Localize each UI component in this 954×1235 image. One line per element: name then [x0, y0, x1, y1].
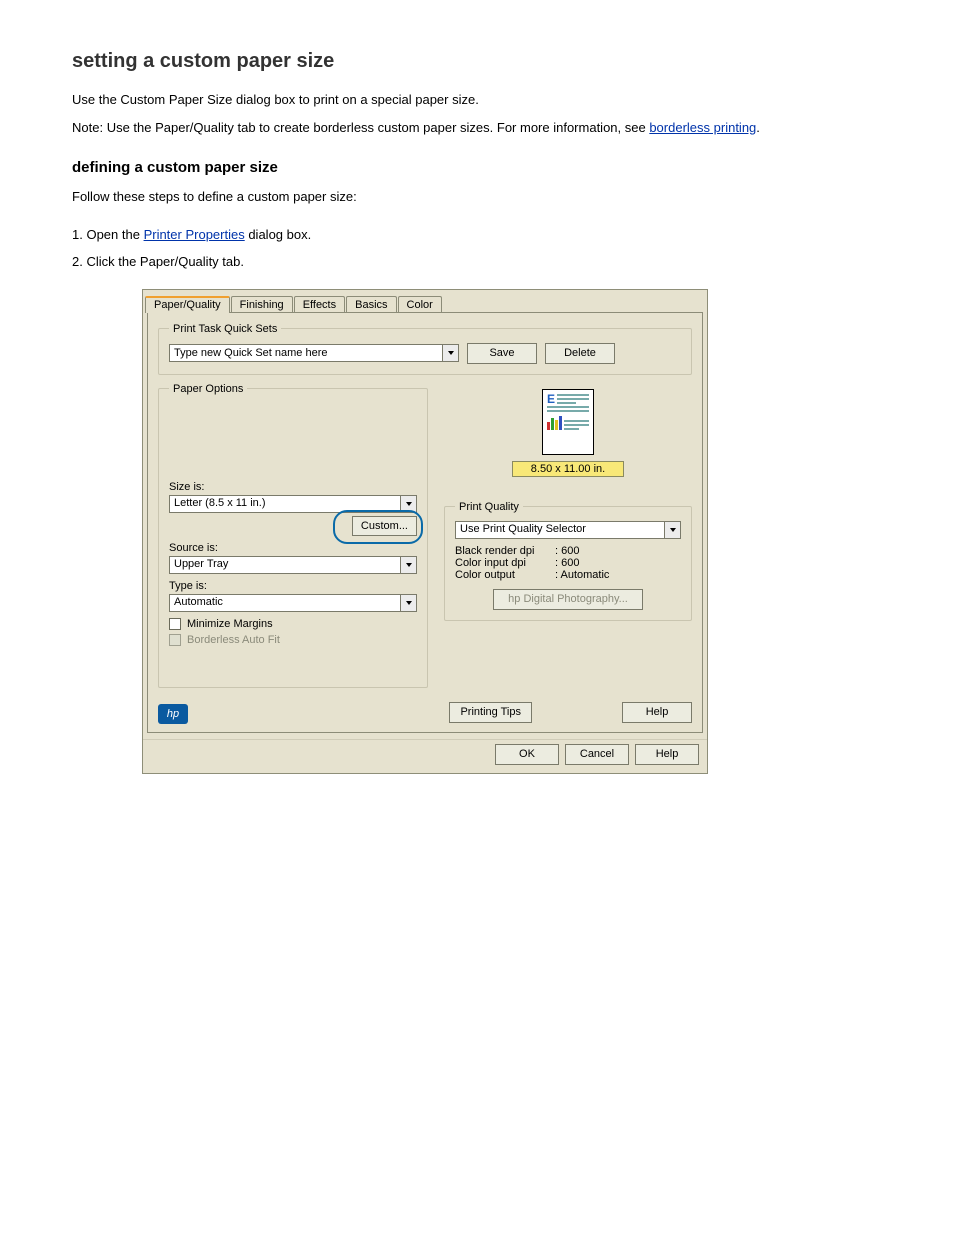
type-dropdown-icon[interactable]	[401, 594, 417, 612]
print-quality-group: Print Quality Use Print Quality Selector…	[444, 501, 692, 621]
source-value: Upper Tray	[169, 556, 401, 574]
digital-photography-button: hp Digital Photography...	[493, 589, 643, 610]
note-after: .	[756, 120, 760, 135]
step1-suffix: dialog box.	[245, 227, 312, 242]
printing-tips-button[interactable]: Printing Tips	[449, 702, 532, 723]
quality-value: Use Print Quality Selector	[455, 521, 665, 539]
size-label: Size is:	[169, 481, 417, 493]
tab-finishing[interactable]: Finishing	[231, 296, 293, 313]
link-printer-properties[interactable]: Printer Properties	[144, 227, 245, 242]
color-input-dpi-value: : 600	[555, 557, 579, 569]
save-button[interactable]: Save	[467, 343, 537, 364]
size-value: Letter (8.5 x 11 in.)	[169, 495, 401, 513]
print-quality-legend: Print Quality	[455, 501, 523, 513]
size-dropdown-icon[interactable]	[401, 495, 417, 513]
tabstrip: Paper/Quality Finishing Effects Basics C…	[143, 292, 707, 312]
dialog-button-row: OK Cancel Help	[143, 739, 707, 773]
ok-button[interactable]: OK	[495, 744, 559, 765]
tab-color[interactable]: Color	[398, 296, 442, 313]
quickset-combo[interactable]	[169, 344, 459, 362]
note-label: Note:	[72, 120, 103, 135]
quickset-input[interactable]	[169, 344, 443, 362]
doc-note: Note: Use the Paper/Quality tab to creat…	[72, 119, 882, 137]
source-combo[interactable]: Upper Tray	[169, 556, 417, 574]
borderless-checkbox	[169, 634, 181, 646]
type-value: Automatic	[169, 594, 401, 612]
color-input-dpi-label: Color input dpi	[455, 557, 555, 569]
black-dpi-value: : 600	[555, 545, 579, 557]
doc-intro: Use the Custom Paper Size dialog box to …	[72, 91, 882, 109]
link-borderless-printing[interactable]: borderless printing	[649, 120, 756, 135]
quality-combo[interactable]: Use Print Quality Selector	[455, 521, 681, 539]
panel-help-button[interactable]: Help	[622, 702, 692, 723]
hp-logo-icon: hp	[158, 704, 188, 724]
source-label: Source is:	[169, 542, 417, 554]
color-output-label: Color output	[455, 569, 555, 581]
preview-size-badge: 8.50 x 11.00 in.	[512, 461, 624, 477]
tab-basics[interactable]: Basics	[346, 296, 396, 313]
color-output-value: : Automatic	[555, 569, 609, 581]
tab-paper-quality[interactable]: Paper/Quality	[145, 296, 230, 313]
type-combo[interactable]: Automatic	[169, 594, 417, 612]
note-text: Use the Paper/Quality tab to create bord…	[103, 120, 649, 135]
tab-panel: Print Task Quick Sets Save Delete	[147, 312, 703, 733]
quickset-group: Print Task Quick Sets Save Delete	[158, 323, 692, 375]
tab-effects[interactable]: Effects	[294, 296, 345, 313]
printer-properties-dialog: Paper/Quality Finishing Effects Basics C…	[142, 289, 708, 774]
dialog-help-button[interactable]: Help	[635, 744, 699, 765]
step-1: 1. Open the Printer Properties dialog bo…	[72, 226, 882, 244]
paper-options-group: Paper Options Size is: Letter (8.5 x 11 …	[158, 383, 428, 688]
source-dropdown-icon[interactable]	[401, 556, 417, 574]
size-combo[interactable]: Letter (8.5 x 11 in.)	[169, 495, 417, 513]
delete-button[interactable]: Delete	[545, 343, 615, 364]
minimize-margins-checkbox[interactable]	[169, 618, 181, 630]
cancel-button[interactable]: Cancel	[565, 744, 629, 765]
steps-intro: Follow these steps to define a custom pa…	[72, 188, 882, 206]
quality-dropdown-icon[interactable]	[665, 521, 681, 539]
black-dpi-label: Black render dpi	[455, 545, 555, 557]
doc-heading2: defining a custom paper size	[72, 158, 882, 178]
step-2: 2. Click the Paper/Quality tab.	[72, 253, 882, 271]
minimize-margins-label: Minimize Margins	[187, 618, 273, 630]
preview-chart-icon	[547, 416, 562, 430]
quickset-dropdown-icon[interactable]	[443, 344, 459, 362]
type-label: Type is:	[169, 580, 417, 592]
step1-prefix: 1. Open the	[72, 227, 144, 242]
doc-heading: setting a custom paper size	[72, 48, 882, 75]
preview-letter-icon: E	[547, 394, 555, 404]
quickset-legend: Print Task Quick Sets	[169, 323, 281, 335]
borderless-label: Borderless Auto Fit	[187, 634, 280, 646]
paper-options-legend: Paper Options	[169, 383, 247, 395]
page-preview: E	[542, 389, 594, 455]
custom-size-button[interactable]: Custom...	[352, 516, 417, 536]
